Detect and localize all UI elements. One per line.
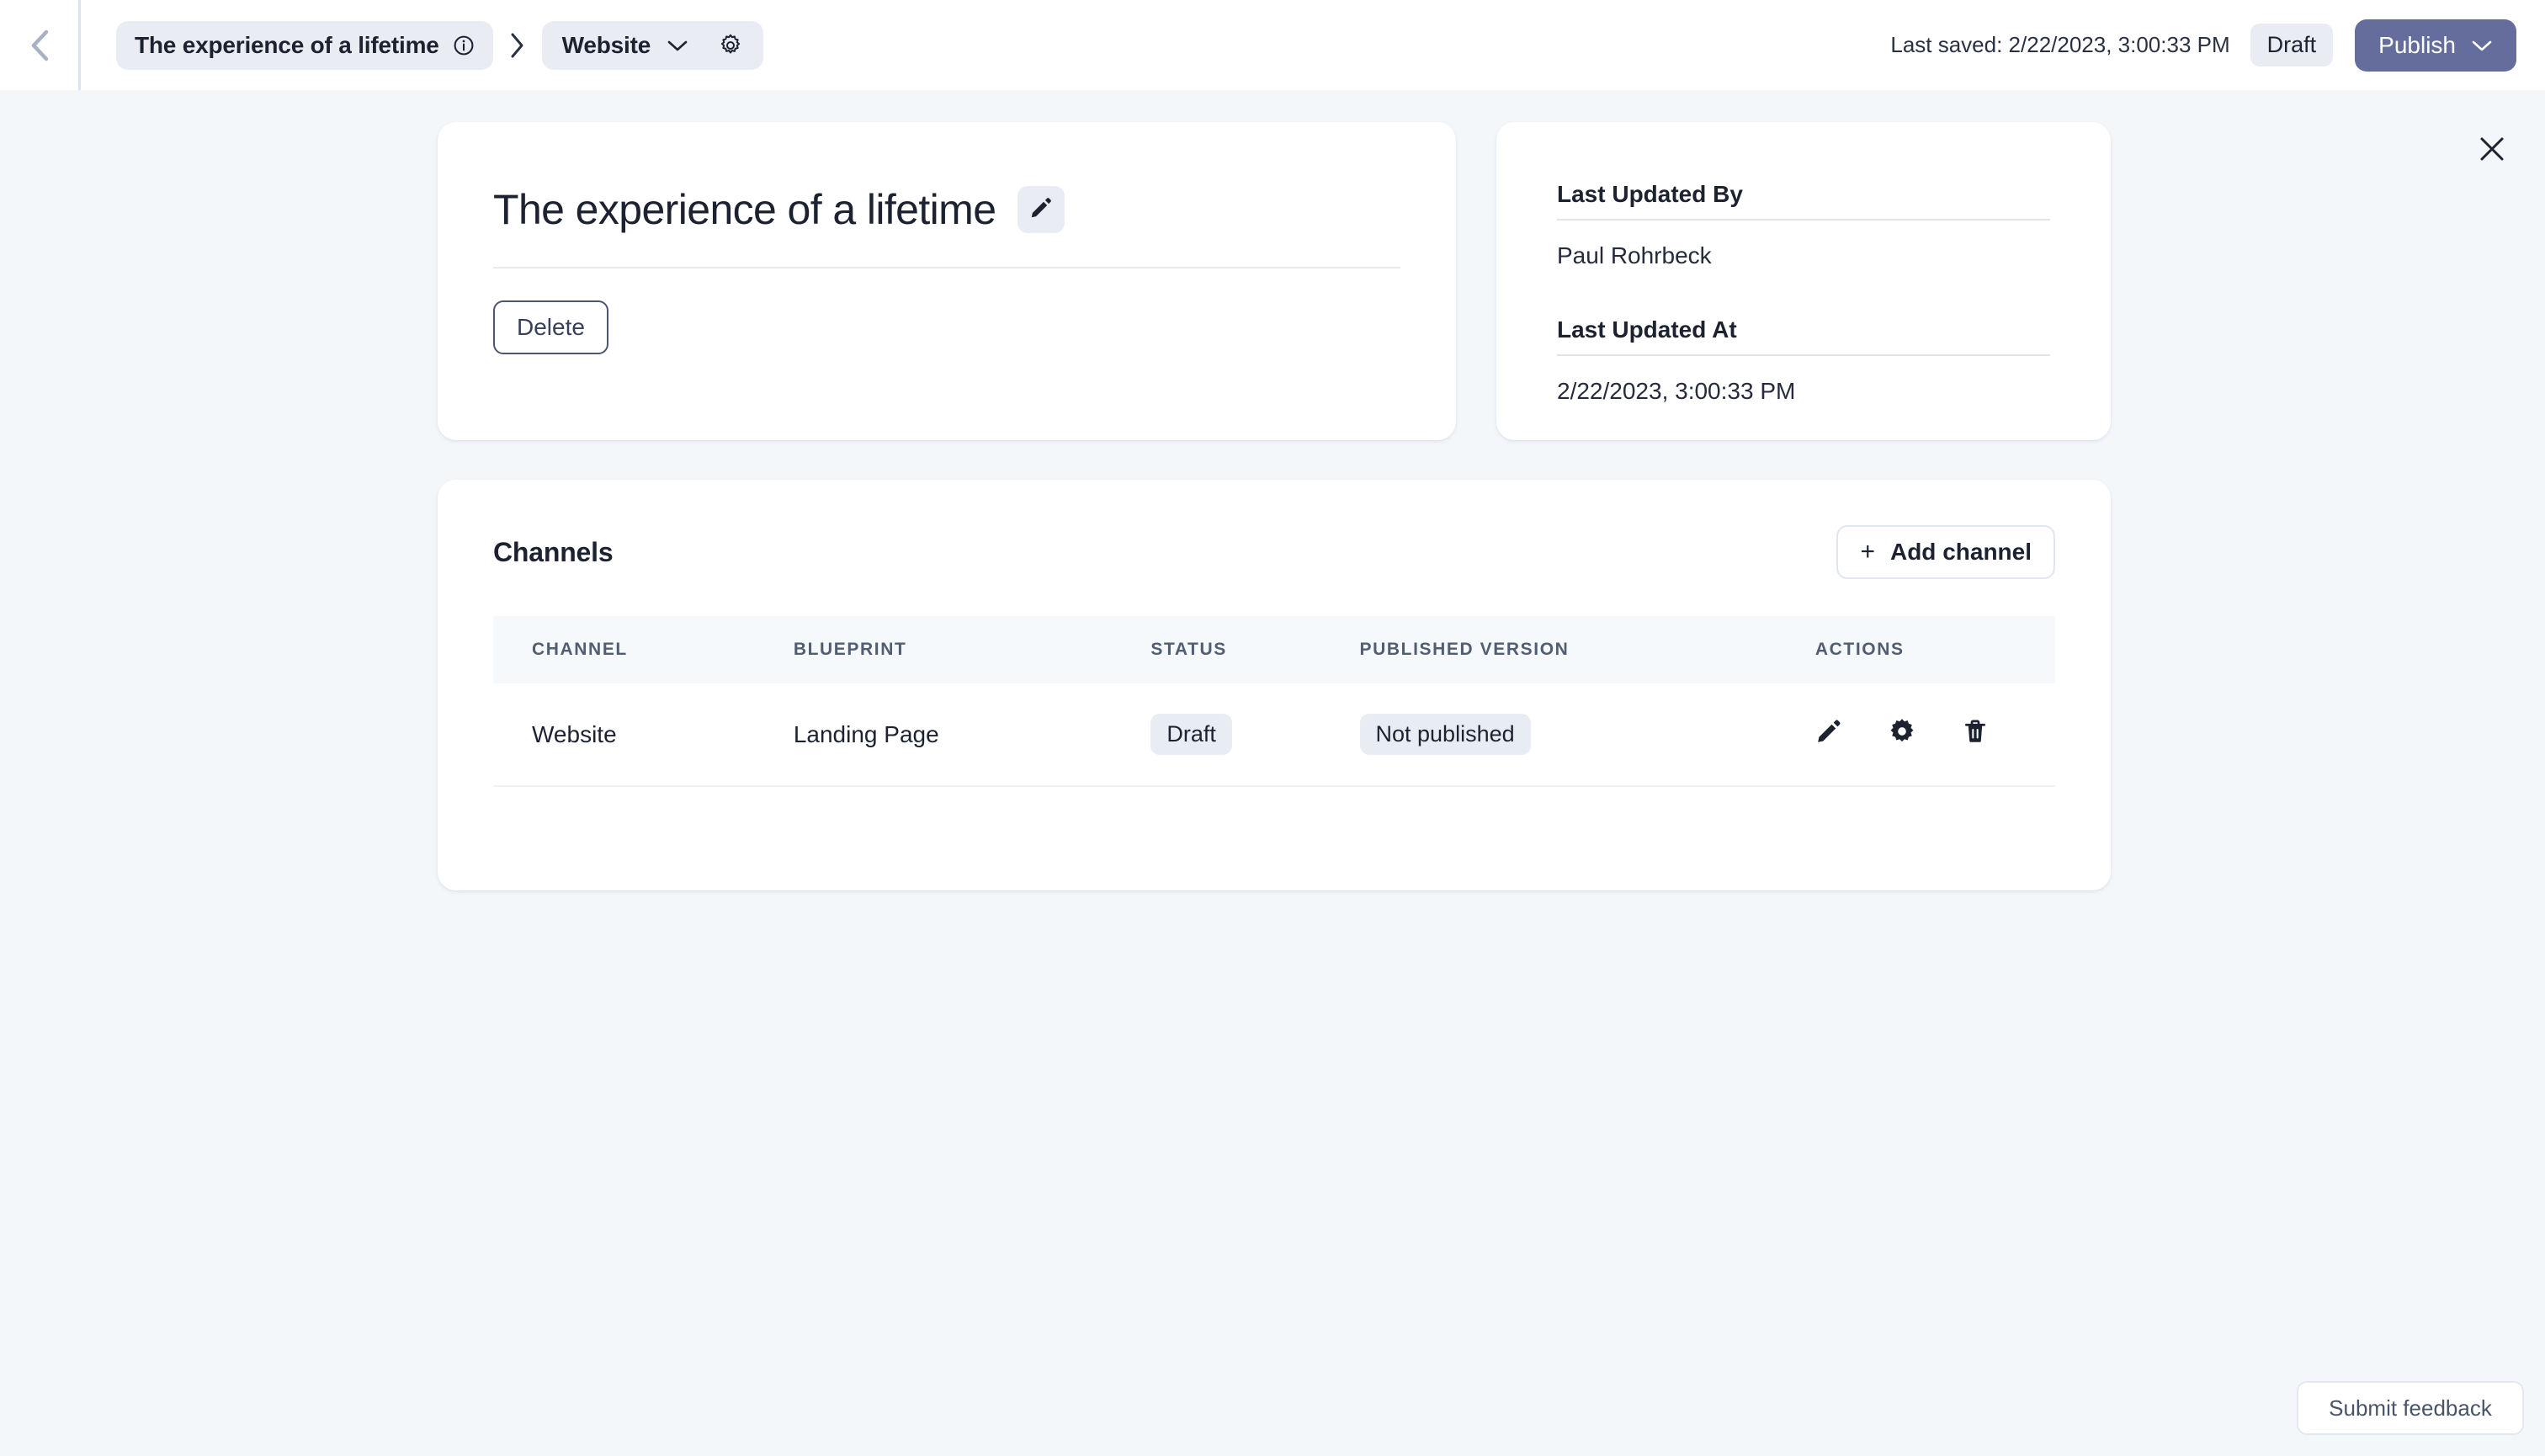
last-updated-at-label: Last Updated At [1557,316,2050,356]
column-header-status: STATUS [1150,640,1227,659]
chevron-right-icon [508,31,527,60]
last-updated-by-label: Last Updated By [1557,181,2050,221]
row-edit-button[interactable] [1815,718,1842,751]
table-row: Website Landing Page Draft Not published [493,683,2055,787]
trash-icon [1962,718,1989,751]
table-header-row: CHANNEL BLUEPRINT STATUS PUBLISHED VERSI… [493,616,2055,683]
published-version-badge: Not published [1359,714,1531,755]
cell-blueprint: Landing Page [793,683,1151,787]
publish-button-label: Publish [2378,31,2456,58]
breadcrumb-entry[interactable]: The experience of a lifetime [116,20,493,70]
gear-icon[interactable] [718,33,743,58]
breadcrumb: The experience of a lifetime Website [116,20,764,70]
pencil-icon [1815,718,1842,751]
entry-title-card: The experience of a lifetime Delete [438,122,1456,440]
column-header-published-version: PUBLISHED VERSION [1359,640,1570,659]
cell-actions [1814,683,2055,787]
channels-header: Channels + Add channel [438,480,2111,579]
channels-table: CHANNEL BLUEPRINT STATUS PUBLISHED VERSI… [493,616,2055,787]
row-settings-button[interactable] [1888,717,1916,752]
close-icon [2478,135,2506,167]
plus-icon: + [1860,538,1875,566]
row-actions [1815,717,2055,752]
breadcrumb-entry-label: The experience of a lifetime [135,31,439,58]
cell-status: Draft [1150,683,1360,787]
status-badge: Draft [1150,714,1232,755]
row-delete-button[interactable] [1962,718,1989,751]
breadcrumb-channel[interactable]: Website [541,20,764,70]
title-row: The experience of a lifetime [438,122,1456,233]
last-updated-at-value: 2/22/2023, 3:00:33 PM [1557,378,1796,404]
last-updated-by-value: Paul Rohrbeck [1557,242,1712,268]
top-bar-right: Last saved: 2/22/2023, 3:00:33 PM Draft … [1890,19,2545,72]
delete-button[interactable]: Delete [493,300,608,354]
publish-button[interactable]: Publish [2355,19,2516,72]
top-bar: The experience of a lifetime Website Las… [0,0,2545,90]
add-channel-button[interactable]: + Add channel [1836,525,2055,579]
status-badge: Draft [2250,24,2334,66]
channels-title: Channels [493,536,614,567]
page-title: The experience of a lifetime [493,186,996,233]
metadata-card: Last Updated By Paul Rohrbeck Last Updat… [1496,122,2111,440]
title-divider [493,267,1400,268]
last-saved-text: Last saved: 2/22/2023, 3:00:33 PM [1890,32,2230,57]
info-circle-icon[interactable] [453,35,475,56]
breadcrumb-channel-label: Website [561,31,651,58]
chevron-left-icon [25,27,54,64]
edit-title-button[interactable] [1017,186,1065,233]
channels-table-body: Website Landing Page Draft Not published [493,683,2055,787]
back-button[interactable] [0,0,81,90]
add-channel-button-label: Add channel [1889,539,2032,565]
chevron-down-icon[interactable] [2471,32,2493,59]
cell-published-version: Not published [1359,683,1815,787]
submit-feedback-button[interactable]: Submit feedback [2297,1381,2524,1435]
meta-spacer [1557,269,2050,316]
column-header-blueprint: BLUEPRINT [793,640,907,659]
channels-card: Channels + Add channel CHANNEL BLUEPRINT… [438,480,2111,890]
gear-icon [1888,717,1916,752]
chevron-down-icon[interactable] [666,38,689,53]
column-header-channel: CHANNEL [532,640,628,659]
pencil-icon [1029,196,1053,224]
channels-table-head: CHANNEL BLUEPRINT STATUS PUBLISHED VERSI… [493,616,2055,683]
column-header-actions: ACTIONS [1814,640,1905,659]
close-button[interactable] [2472,130,2512,171]
cell-channel: Website [493,683,794,787]
